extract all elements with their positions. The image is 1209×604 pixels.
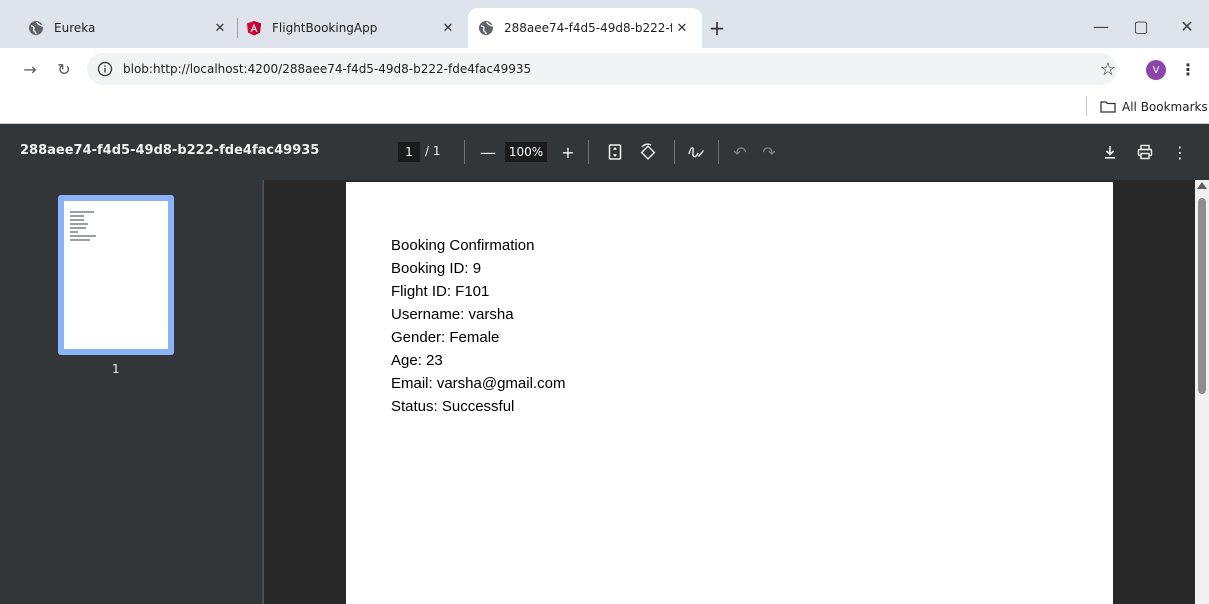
doc-line: Flight ID: F101 <box>391 283 490 300</box>
scroll-up-icon[interactable] <box>1197 182 1207 189</box>
reload-icon: ↻ <box>57 59 71 79</box>
fit-page-icon <box>608 144 622 160</box>
thumbnail-sidebar: 1 <box>0 180 263 604</box>
url-input[interactable] <box>123 62 1023 76</box>
doc-line: Booking ID: 9 <box>391 260 482 277</box>
tab-pdf-blob[interactable]: 288aee74-f4d5-49d8-b222-fde ✕ <box>468 8 702 48</box>
plus-icon: + <box>561 142 575 162</box>
restore-icon: ▢ <box>1133 16 1149 36</box>
folder-icon <box>1100 101 1116 113</box>
new-tab-button[interactable]: + <box>703 14 731 42</box>
scrollbar-thumb[interactable] <box>1198 198 1206 394</box>
restore-button[interactable]: ▢ <box>1126 12 1156 40</box>
close-icon[interactable]: ✕ <box>672 18 692 38</box>
tab-strip: Eureka ✕ FlightBookingApp ✕ 288aee74-f4d… <box>0 0 1209 48</box>
forward-button[interactable]: → <box>16 55 44 83</box>
download-icon <box>1105 146 1115 159</box>
bookmarks-divider <box>1086 96 1087 116</box>
pdf-page: Booking Confirmation Booking ID: 9 Fligh… <box>346 182 1113 604</box>
download-button[interactable] <box>1096 138 1124 166</box>
close-icon: ✕ <box>1180 16 1194 36</box>
thumbnail-line <box>70 211 94 213</box>
tab-label: FlightBookingApp <box>272 21 378 35</box>
tab-label: 288aee74-f4d5-49d8-b222-fde <box>504 21 672 35</box>
draw-icon <box>688 147 704 158</box>
page-total: / 1 <box>425 144 441 158</box>
redo-button[interactable]: ↷ <box>755 138 783 166</box>
plus-icon: + <box>708 16 726 40</box>
globe-icon <box>479 21 494 35</box>
doc-line: Gender: Female <box>391 329 500 346</box>
bookmark-star-button[interactable]: ☆ <box>1094 55 1122 83</box>
all-bookmarks-label: All Bookmarks <box>1122 100 1208 114</box>
minimize-button[interactable]: — <box>1086 12 1116 40</box>
thumbnail-line <box>70 239 90 241</box>
zoom-out-button[interactable]: — <box>474 138 502 166</box>
toolbar-divider <box>718 140 719 164</box>
print-icon <box>1137 144 1153 160</box>
doc-line: Username: varsha <box>391 306 514 323</box>
zoom-in-button[interactable]: + <box>554 138 582 166</box>
pdf-more-button[interactable]: ⋮ <box>1166 138 1194 166</box>
globe-icon <box>29 21 44 35</box>
pdf-title: 288aee74-f4d5-49d8-b222-fde4fac49935 <box>20 143 320 158</box>
toolbar-divider <box>674 140 675 164</box>
fit-page-button[interactable] <box>601 138 629 166</box>
print-button[interactable] <box>1131 138 1159 166</box>
thumbnail-line <box>70 215 84 217</box>
thumbnail-line <box>70 231 78 233</box>
tab-flightbookingapp[interactable]: FlightBookingApp ✕ <box>228 8 468 48</box>
doc-line: Email: varsha@gmail.com <box>391 375 566 392</box>
minimize-icon: — <box>1093 16 1109 36</box>
info-icon[interactable] <box>97 61 113 77</box>
close-icon[interactable]: ✕ <box>210 18 230 38</box>
pdf-toolbar: 288aee74-f4d5-49d8-b222-fde4fac49935 1 /… <box>0 124 1209 180</box>
star-icon: ☆ <box>1099 58 1117 80</box>
window-close-button[interactable]: ✕ <box>1172 12 1202 40</box>
thumbnail-page <box>64 201 168 349</box>
doc-heading: Booking Confirmation <box>391 237 535 254</box>
all-bookmarks-button[interactable]: All Bookmarks <box>1100 95 1208 119</box>
more-vert-icon: ⋮ <box>1172 142 1188 162</box>
angular-logo-icon <box>247 21 261 36</box>
rotate-button[interactable] <box>634 138 662 166</box>
reload-button[interactable]: ↻ <box>50 55 78 83</box>
vertical-scrollbar[interactable] <box>1195 180 1209 604</box>
page-thumbnail[interactable] <box>58 195 174 355</box>
address-bar[interactable] <box>87 53 1117 85</box>
tab-eureka[interactable]: Eureka ✕ <box>10 8 240 48</box>
browser-menu-button[interactable]: ⋮ <box>1178 55 1198 83</box>
zoom-level-input[interactable]: 100% <box>505 142 547 162</box>
rotate-icon <box>640 143 656 160</box>
doc-line: Status: Successful <box>391 398 515 415</box>
thumbnail-line <box>70 235 96 237</box>
doc-line: Age: 23 <box>391 352 443 369</box>
undo-button[interactable]: ↶ <box>726 138 754 166</box>
arrow-right-icon: → <box>23 59 37 79</box>
pdf-viewer: 288aee74-f4d5-49d8-b222-fde4fac49935 1 /… <box>0 124 1209 604</box>
page-number-input[interactable]: 1 <box>398 142 420 162</box>
profile-avatar[interactable]: V <box>1146 60 1166 80</box>
thumbnail-page-number: 1 <box>112 362 120 376</box>
browser-toolbar: → ↻ ☆ V ⋮ <box>0 48 1209 90</box>
undo-icon: ↶ <box>733 142 747 162</box>
toolbar-divider <box>588 140 589 164</box>
tab-label: Eureka <box>54 21 96 35</box>
thumbnail-line <box>70 223 88 225</box>
thumbnail-line <box>70 227 86 229</box>
document-area: Booking Confirmation Booking ID: 9 Fligh… <box>264 180 1209 604</box>
bookmarks-bar: All Bookmarks <box>0 90 1209 124</box>
toolbar-divider <box>464 140 465 164</box>
close-icon[interactable]: ✕ <box>438 18 458 38</box>
minus-icon: — <box>480 142 496 162</box>
thumbnail-line <box>70 219 84 221</box>
redo-icon: ↷ <box>762 142 776 162</box>
more-vert-icon: ⋮ <box>1180 59 1196 79</box>
draw-button[interactable] <box>682 138 710 166</box>
